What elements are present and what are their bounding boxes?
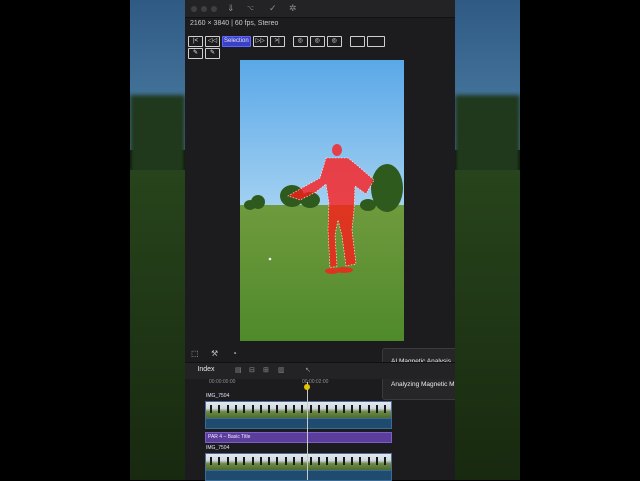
filmstrip-thumbnail	[284, 405, 287, 413]
filmstrip-thumbnail	[251, 405, 254, 413]
toolbar-button-row1-5[interactable]: ◎	[292, 36, 308, 47]
filmstrip-thumbnail	[293, 405, 295, 413]
minimize-window-button[interactable]	[201, 6, 207, 12]
video-frame	[240, 60, 404, 341]
clip-audio-waveform	[205, 470, 392, 481]
filmstrip-thumbnail	[342, 457, 345, 465]
clip-appearance-icon[interactable]: ▤	[235, 366, 242, 374]
toolbar-button-row1-9[interactable]	[366, 36, 385, 47]
brush-toolbar: ✎ ✎	[188, 48, 220, 59]
filmstrip-thumbnail	[334, 405, 337, 413]
filmstrip-thumbnail	[309, 405, 312, 413]
clip-filmstrip	[205, 401, 392, 419]
filmstrip-thumbnail	[268, 457, 271, 465]
filmstrip-thumbnail	[210, 405, 212, 413]
toolbar-button-row1-3[interactable]: ▷▷	[252, 36, 268, 47]
filmstrip-thumbnail	[259, 405, 262, 413]
timeline-ruler[interactable]: 00:00:00:00 00:00:02:00	[205, 378, 455, 386]
key-icon[interactable]: ⌥	[247, 5, 254, 12]
filmstrip-thumbnail	[326, 457, 329, 465]
format-info: 2160 × 3840 | 60 fps, Stereo	[190, 20, 279, 27]
playhead[interactable]	[307, 382, 308, 480]
clip-audio-waveform	[205, 418, 392, 429]
filmstrip-thumbnail	[284, 457, 287, 465]
speed-icon[interactable]: ◔	[232, 349, 237, 358]
video-viewer[interactable]	[240, 60, 404, 341]
transform-icon[interactable]: ⬚	[191, 349, 199, 358]
filmstrip-thumbnail	[218, 457, 221, 465]
letterbox-right	[520, 0, 640, 480]
ruler-start-time: 00:00:00:00	[209, 379, 236, 385]
blurred-background-right	[455, 0, 520, 480]
filmstrip-thumbnail	[351, 405, 354, 413]
toolbar-button-row1-8[interactable]	[349, 36, 365, 47]
title-bar: ⇓ ⌥ ✓ ✲	[185, 0, 455, 18]
filmstrip-thumbnail	[251, 457, 254, 465]
download-icon[interactable]: ⇓	[227, 3, 235, 14]
checkmark-icon[interactable]: ✓	[269, 3, 277, 14]
filmstrip-thumbnail	[234, 457, 237, 465]
toolbar-button-row1-2[interactable]: Selection	[222, 36, 251, 47]
filmstrip-thumbnail	[351, 457, 354, 465]
skimming-icon[interactable]: ⊞	[263, 366, 269, 374]
magic-wand-icon[interactable]: ⚒	[211, 349, 218, 358]
clip-filmstrip	[205, 453, 392, 471]
toolbar-button-row1-7[interactable]: ◎	[326, 36, 342, 47]
playhead-marker[interactable]	[304, 384, 310, 390]
editor-window: ⇓ ⌥ ✓ ✲ 2160 × 3840 | 60 fps, Stereo |< ◁…	[185, 0, 455, 481]
snapping-icon[interactable]: ⊟	[249, 366, 255, 374]
magnetic-mask-toolbar: |< ◁◁ Selection ▷▷ >| ◎ ◎ ◎	[188, 36, 385, 47]
filmstrip-thumbnail	[317, 457, 320, 465]
filmstrip-thumbnail	[309, 457, 312, 465]
filmstrip-thumbnail	[268, 405, 271, 413]
filmstrip-thumbnail	[234, 405, 237, 413]
filmstrip-thumbnail	[367, 405, 370, 413]
filmstrip-thumbnail	[376, 405, 378, 413]
letterbox-left	[0, 0, 130, 480]
tool-select-icon[interactable]: ↖	[305, 366, 311, 374]
filmstrip-thumbnail	[384, 457, 387, 465]
filmstrip-thumbnail	[317, 405, 320, 413]
zoom-window-button[interactable]	[211, 6, 217, 12]
filmstrip-thumbnail	[384, 405, 387, 413]
filmstrip-thumbnail	[276, 405, 279, 413]
filmstrip-thumbnail	[243, 457, 246, 465]
toolbar-button-row1-0[interactable]: |<	[188, 36, 203, 47]
filmstrip-thumbnail	[226, 457, 229, 465]
toolbar-button-row1-6[interactable]: ◎	[309, 36, 325, 47]
toolbar-button-row1-1[interactable]: ◁◁	[205, 36, 220, 47]
filmstrip-thumbnail	[334, 457, 337, 465]
filmstrip-thumbnail	[293, 457, 295, 465]
filmstrip-thumbnail	[326, 405, 329, 413]
blurred-background-left	[130, 0, 185, 480]
toolbar-button-row2-1[interactable]: ✎	[205, 48, 220, 59]
filmstrip-thumbnail	[226, 405, 229, 413]
filmstrip-thumbnail	[243, 405, 246, 413]
filmstrip-thumbnail	[301, 457, 304, 465]
clip-name: IMG_7504	[206, 445, 230, 451]
filmstrip-thumbnail	[301, 405, 304, 413]
audio-skimming-icon[interactable]: ▥	[278, 366, 285, 374]
timeline-header: Index ▤ ⊟ ⊞ ▥ ↖	[185, 362, 455, 379]
toolbar-button-row2-0[interactable]: ✎	[188, 48, 203, 59]
filmstrip-thumbnail	[259, 457, 262, 465]
filmstrip-thumbnail	[342, 405, 345, 413]
filmstrip-thumbnail	[276, 457, 279, 465]
close-window-button[interactable]	[191, 6, 197, 12]
index-tab[interactable]: Index	[191, 366, 221, 377]
filmstrip-thumbnail	[218, 405, 221, 413]
filmstrip-thumbnail	[367, 457, 370, 465]
title-clip-name: PAR 4 – Basic Title	[208, 434, 251, 440]
filmstrip-thumbnail	[359, 405, 362, 413]
filmstrip-thumbnail	[376, 457, 378, 465]
filmstrip-thumbnail	[210, 457, 212, 465]
title-clip[interactable]: PAR 4 – Basic Title	[205, 432, 392, 443]
settings-icon[interactable]: ✲	[289, 3, 297, 14]
toolbar-button-row1-4[interactable]: >|	[269, 36, 285, 47]
clip-name: IMG_7504	[206, 393, 230, 399]
filmstrip-thumbnail	[359, 457, 362, 465]
